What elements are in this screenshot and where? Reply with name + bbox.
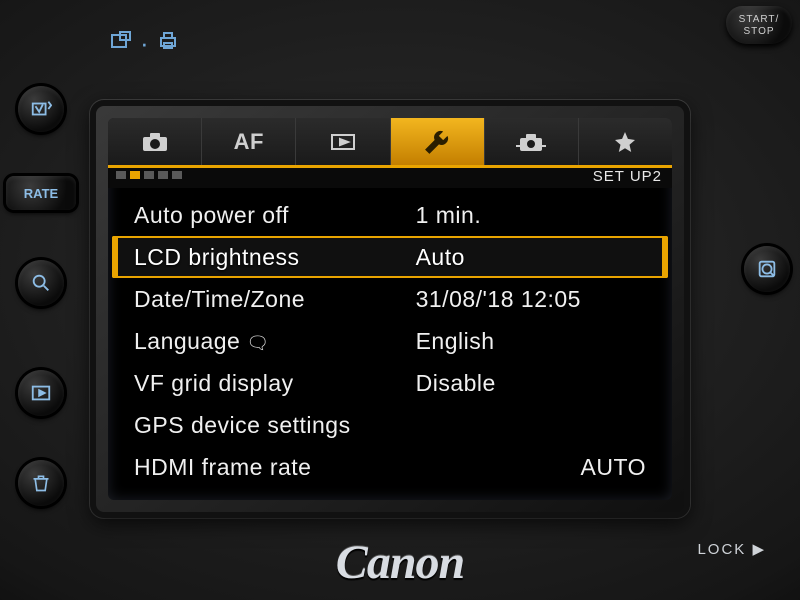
magnify-button[interactable] [18, 260, 64, 306]
menu-value: English [416, 328, 646, 355]
lcd-screen: AF SET UP [108, 118, 672, 500]
wrench-icon [424, 129, 450, 155]
tab-af[interactable]: AF [202, 118, 296, 165]
rate-button[interactable]: RATE [6, 176, 76, 210]
menu-tabstrip: AF [108, 118, 672, 168]
menu-label: Language🗨 [134, 328, 416, 355]
menu-row-vf-grid[interactable]: VF grid display Disable [108, 362, 672, 404]
sub-tab-dot [172, 171, 182, 179]
sub-tab-dot [116, 171, 126, 179]
sub-tab-page-label: SET UP2 [593, 168, 662, 185]
start-stop-button[interactable]: START/ STOP [726, 6, 792, 44]
language-help-icon: 🗨 [246, 333, 269, 354]
menu-value: 1 min. [416, 202, 646, 229]
lcd-bezel: AF SET UP [90, 100, 690, 518]
menu-row-gps-settings[interactable]: GPS device settings [108, 404, 672, 446]
star-icon [613, 130, 637, 154]
creative-filter-button[interactable] [18, 86, 64, 132]
print-icon [157, 30, 179, 56]
q-menu-button[interactable] [744, 246, 790, 292]
tab-setup[interactable] [391, 118, 485, 165]
sub-tab-dot [130, 171, 140, 179]
tab-af-label: AF [234, 129, 264, 155]
menu-row-lcd-brightness[interactable]: LCD brightness Auto [112, 236, 668, 278]
top-glyph-row: · [110, 30, 179, 56]
menu-label: LCD brightness [134, 244, 416, 271]
start-stop-label: START/ STOP [739, 14, 780, 37]
settings-menu: Auto power off 1 min. LCD brightness Aut… [108, 188, 672, 500]
menu-value: 31/08/'18 12:05 [416, 286, 646, 313]
sub-tab-dot [144, 171, 154, 179]
brand-logo: Canon [0, 535, 800, 590]
menu-row-auto-power-off[interactable]: Auto power off 1 min. [108, 194, 672, 236]
playback-button[interactable] [18, 370, 64, 416]
menu-value: AUTO [416, 454, 646, 481]
menu-label: VF grid display [134, 370, 416, 397]
rate-button-label: RATE [24, 186, 58, 201]
delete-button[interactable] [18, 460, 64, 506]
menu-label: GPS device settings [134, 412, 416, 439]
menu-row-language[interactable]: Language🗨 English [108, 320, 672, 362]
sub-tab-dot [158, 171, 168, 179]
menu-row-date-time-zone[interactable]: Date/Time/Zone 31/08/'18 12:05 [108, 278, 672, 320]
tab-mymenu[interactable] [579, 118, 672, 165]
sub-tab-indicator: SET UP2 [108, 168, 672, 188]
menu-label: Date/Time/Zone [134, 286, 416, 313]
tab-playback[interactable] [296, 118, 390, 165]
menu-value: Disable [416, 370, 646, 397]
menu-label: Auto power off [134, 202, 416, 229]
tab-custom-fn[interactable] [485, 118, 579, 165]
menu-value: Auto [416, 244, 646, 271]
menu-label: HDMI frame rate [134, 454, 416, 481]
menu-row-hdmi-frame-rate[interactable]: HDMI frame rate AUTO [108, 446, 672, 488]
tab-camera[interactable] [108, 118, 202, 165]
protect-icon [110, 30, 132, 56]
